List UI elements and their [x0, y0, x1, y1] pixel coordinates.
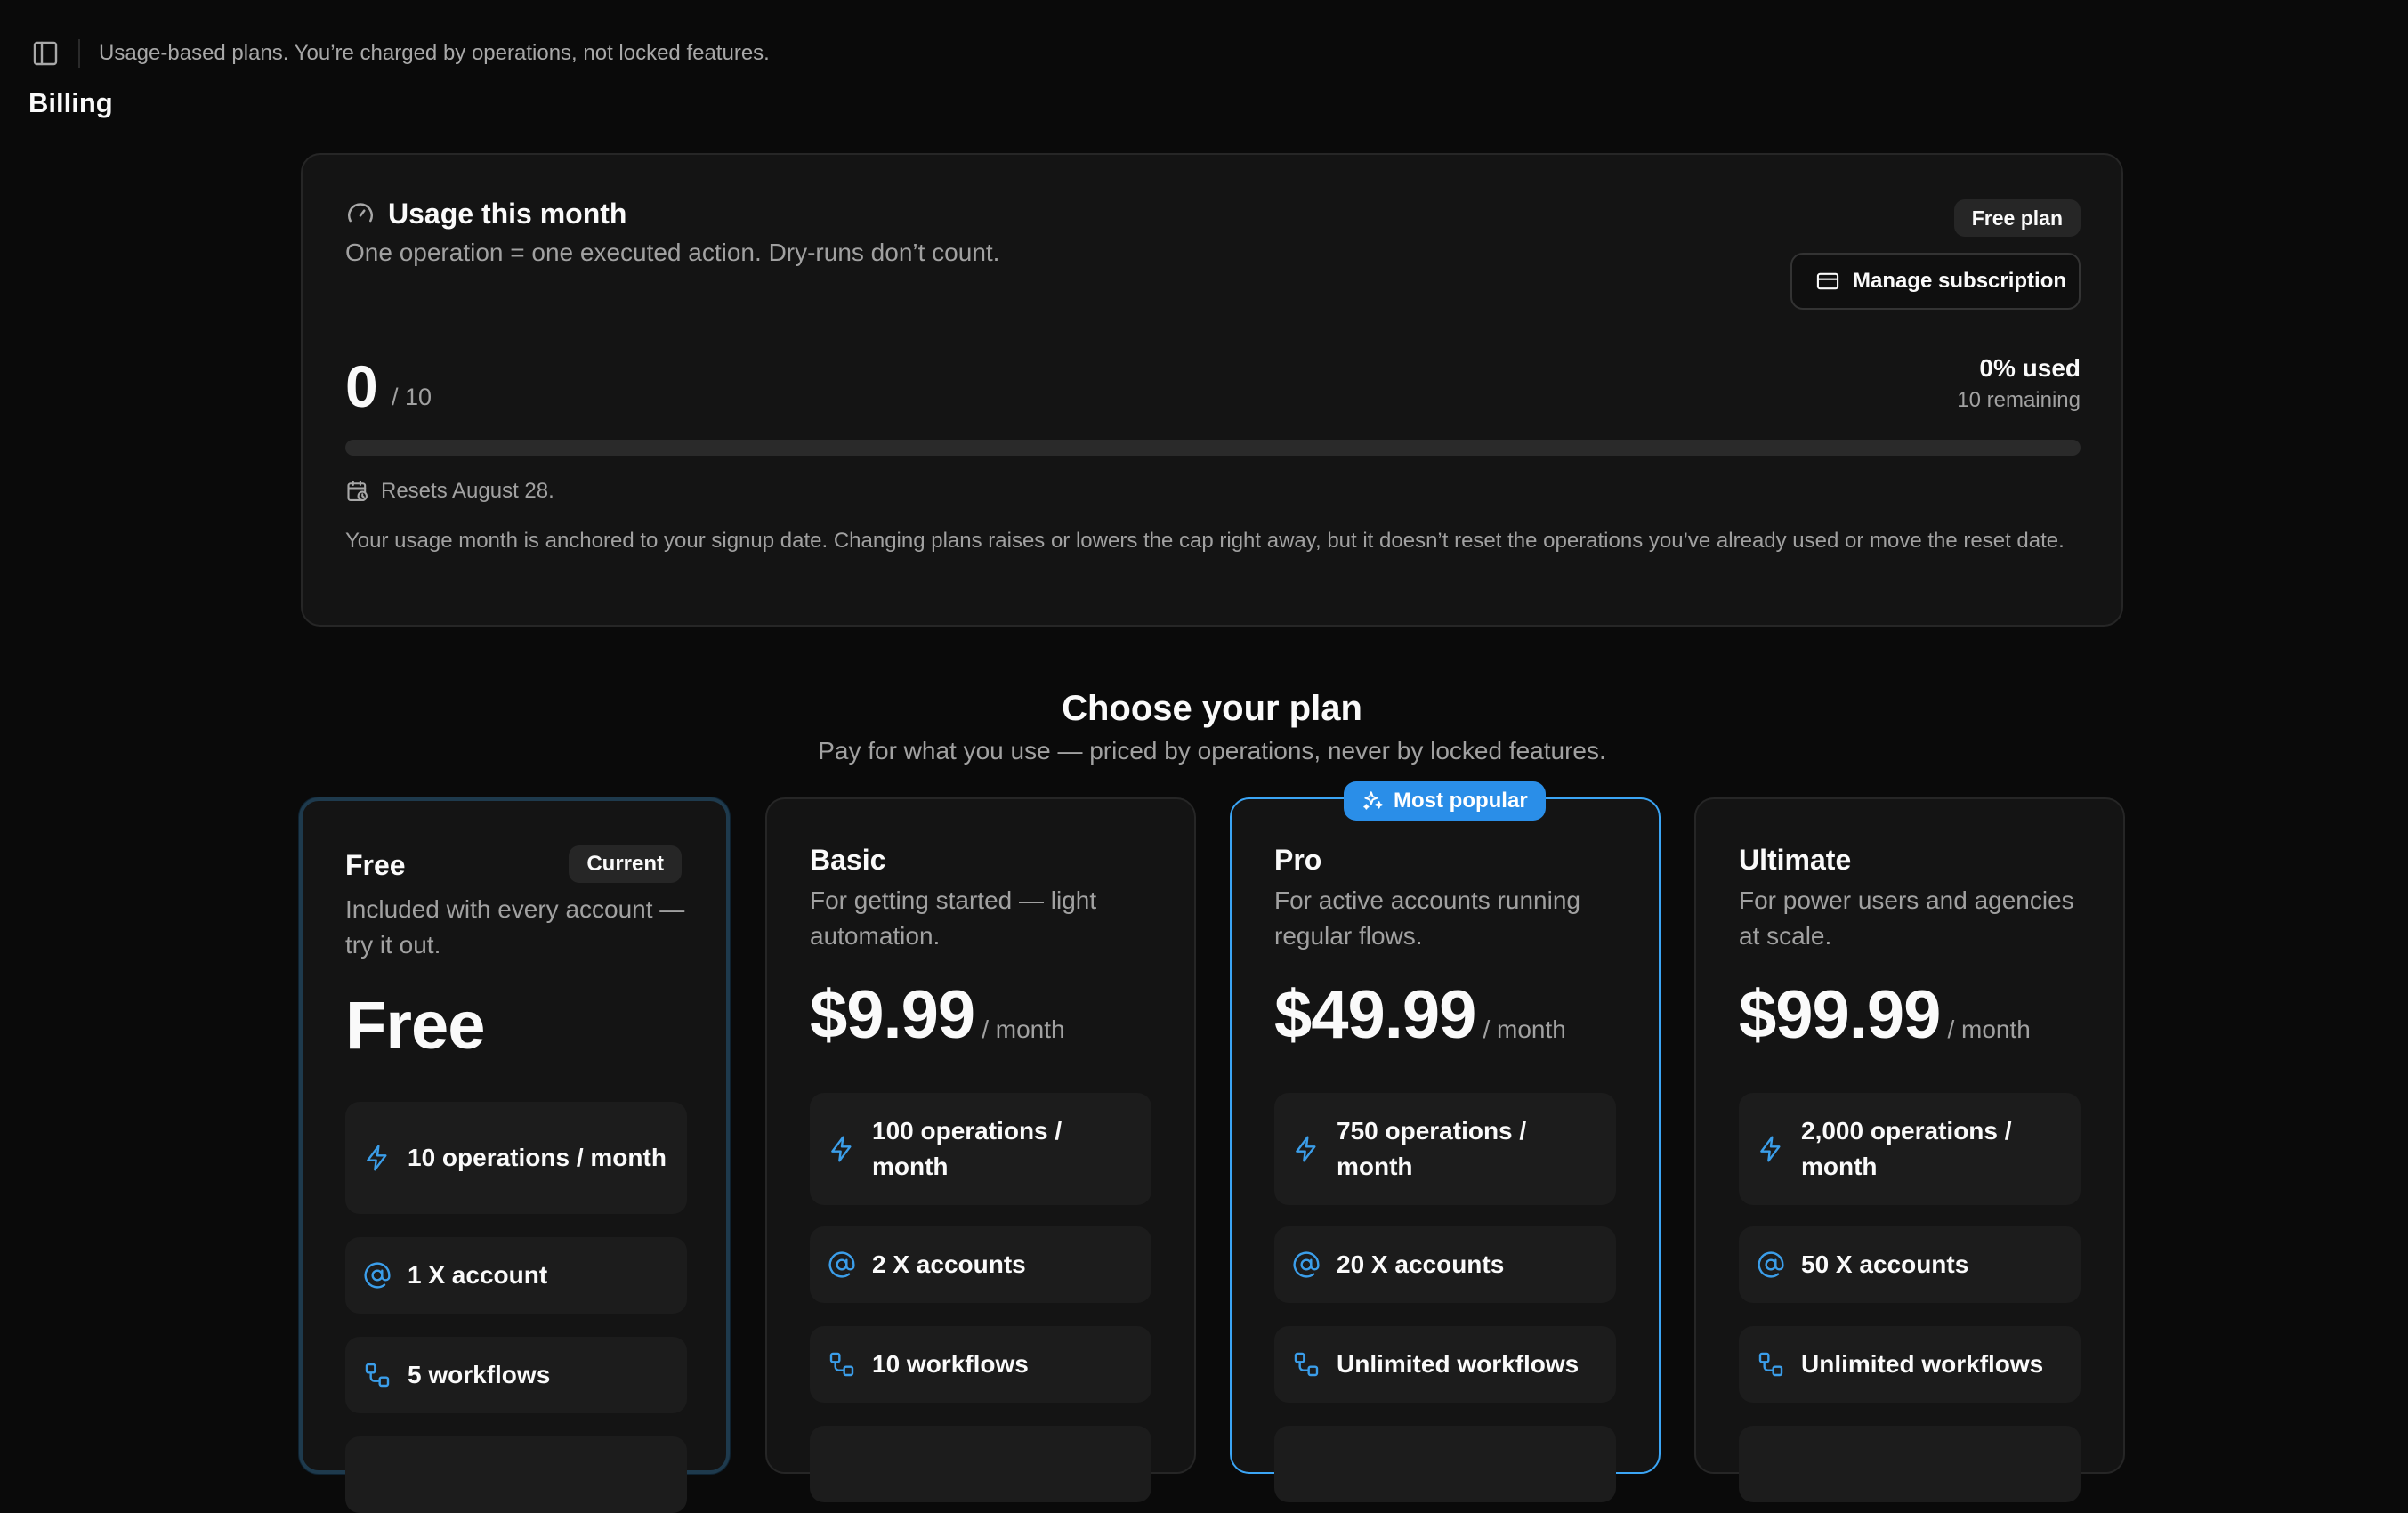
most-popular-label: Most popular: [1394, 789, 1528, 813]
feature-accounts-label: 50 X accounts: [1801, 1250, 1969, 1278]
feature-workflows-label: 10 workflows: [872, 1350, 1029, 1378]
plans-section-title: Choose your plan: [1062, 689, 1362, 728]
reset-date-text: Resets August 28.: [381, 479, 554, 503]
feature-operations: 10 operations / month: [345, 1102, 687, 1214]
feature-operations-label: 2,000 operations / month: [1801, 1117, 2012, 1180]
calendar-clock-icon: [347, 480, 368, 501]
feature-workflows: Unlimited workflows: [1739, 1326, 2081, 1403]
percent-used: 0% used: [1979, 354, 2081, 382]
feature-more: [1274, 1426, 1616, 1502]
feature-workflows-label: Unlimited workflows: [1337, 1350, 1580, 1378]
plan-name: Ultimate: [1739, 844, 1852, 876]
current-plan-badge: Free plan: [1953, 199, 2081, 237]
feature-operations: 750 operations / month: [1274, 1093, 1616, 1205]
operations-cap: / 10: [392, 384, 432, 410]
plan-price: $99.99/ month: [1739, 975, 2031, 1070]
plan-card-basic[interactable]: Basic For getting started — light automa…: [765, 797, 1196, 1502]
plan-price: $9.99/ month: [810, 975, 1065, 1070]
plan-name: Basic: [810, 844, 886, 876]
credit-card-icon: [1816, 272, 1839, 290]
top-bar: Usage-based plans. You’re charged by ope…: [0, 0, 2408, 118]
plan-name: Free: [345, 849, 406, 881]
feature-accounts-label: 2 X accounts: [872, 1250, 1026, 1278]
feature-accounts: 20 X accounts: [1274, 1226, 1616, 1303]
operations-used: 0: [345, 353, 378, 419]
plans-section-subtitle: Pay for what you use — priced by operati…: [818, 737, 1606, 765]
plan-price-value: $99.99: [1739, 977, 1941, 1053]
plan-card-free[interactable]: Free Current Included with every account…: [299, 797, 730, 1513]
bolt-icon: [1757, 1135, 1785, 1163]
plan-card-pro[interactable]: Pro For active accounts running regular …: [1230, 797, 1661, 1502]
workflow-icon: [828, 1350, 856, 1379]
plan-description: For active accounts running regular flow…: [1274, 886, 1580, 950]
bolt-icon: [828, 1135, 856, 1163]
at-sign-icon: [1757, 1250, 1785, 1279]
feature-accounts-label: 20 X accounts: [1337, 1250, 1505, 1278]
feature-workflows: 10 workflows: [810, 1326, 1151, 1403]
gauge-icon: [347, 203, 374, 222]
sidebar-toggle-button[interactable]: [25, 36, 66, 71]
feature-accounts: 1 X account: [345, 1237, 687, 1314]
plan-name: Pro: [1274, 844, 1322, 876]
feature-accounts-label: 1 X account: [408, 1261, 548, 1289]
page-title: Billing: [28, 87, 113, 118]
feature-more: [1739, 1426, 2081, 1502]
topbar-divider: [78, 39, 80, 68]
workflow-icon: [363, 1361, 392, 1389]
workflow-icon: [1757, 1350, 1785, 1379]
plan-price-value: Free: [345, 988, 486, 1064]
feature-more: [810, 1426, 1151, 1502]
plan-description: For power users and agencies at scale.: [1739, 886, 2074, 950]
usage-subtitle: One operation = one executed action. Dry…: [345, 239, 1000, 266]
plan-price: Free: [345, 986, 486, 1066]
most-popular-badge: Most popular: [1344, 781, 1546, 821]
plan-period: / month: [982, 1015, 1065, 1043]
feature-workflows: 5 workflows: [345, 1337, 687, 1413]
feature-accounts: 2 X accounts: [810, 1226, 1151, 1303]
feature-operations: 2,000 operations / month: [1739, 1093, 2081, 1205]
feature-workflows-label: Unlimited workflows: [1801, 1350, 2044, 1378]
at-sign-icon: [363, 1261, 392, 1290]
current-badge: Current: [569, 846, 682, 883]
billing-banner-text: Usage-based plans. You’re charged by ope…: [99, 41, 770, 65]
feature-accounts: 50 X accounts: [1739, 1226, 2081, 1303]
feature-operations: 100 operations / month: [810, 1093, 1151, 1205]
plan-description: For getting started — light automation.: [810, 886, 1097, 950]
plan-price: $49.99/ month: [1274, 975, 1566, 1070]
at-sign-icon: [1292, 1250, 1321, 1279]
bolt-icon: [363, 1144, 392, 1172]
bolt-icon: [1292, 1135, 1321, 1163]
at-sign-icon: [828, 1250, 856, 1279]
sidebar-toggle-icon: [33, 41, 58, 66]
plan-description: Included with every account — try it out…: [345, 895, 685, 959]
usage-title: Usage this month: [388, 198, 627, 230]
feature-operations-label: 100 operations / month: [872, 1117, 1063, 1180]
plan-price-value: $49.99: [1274, 977, 1476, 1053]
operations-remaining: 10 remaining: [1957, 388, 2081, 412]
plan-period: / month: [1483, 1015, 1566, 1043]
manage-subscription-label: Manage subscription: [1853, 269, 2067, 293]
workflow-icon: [1292, 1350, 1321, 1379]
usage-note: Your usage month is anchored to your sig…: [345, 529, 2065, 553]
feature-more: [345, 1436, 687, 1513]
usage-progress-bar: [345, 440, 2081, 456]
feature-operations-label: 10 operations / month: [408, 1144, 667, 1171]
plan-card-ultimate[interactable]: Ultimate For power users and agencies at…: [1694, 797, 2125, 1502]
manage-subscription-button[interactable]: Manage subscription: [1790, 253, 2081, 310]
usage-card: Usage this month One operation = one exe…: [301, 153, 2123, 627]
sparkles-icon: [1363, 791, 1383, 810]
plan-price-value: $9.99: [810, 977, 975, 1053]
feature-operations-label: 750 operations / month: [1337, 1117, 1527, 1180]
plan-period: / month: [1947, 1015, 2031, 1043]
feature-workflows: Unlimited workflows: [1274, 1326, 1616, 1403]
feature-workflows-label: 5 workflows: [408, 1361, 551, 1388]
